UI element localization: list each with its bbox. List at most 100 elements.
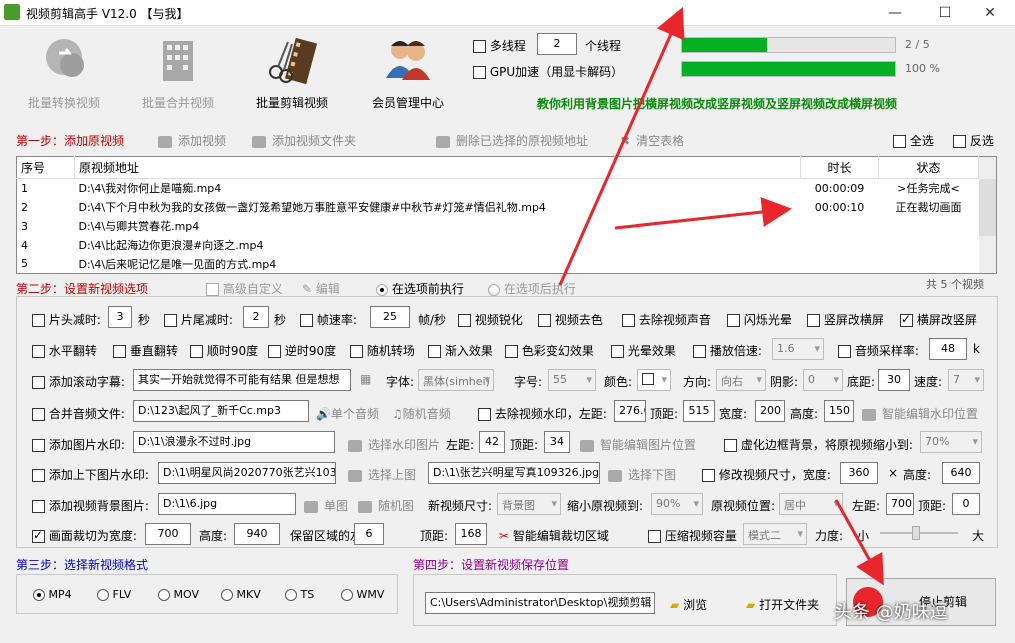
format-mov-dot[interactable] [158, 589, 170, 601]
run-before-dot[interactable] [376, 283, 388, 296]
multithread-checkbox[interactable]: 多线程 [473, 37, 526, 54]
color-fx-checkbox[interactable]: 色彩变幻效果 [505, 342, 594, 359]
bg-left-input[interactable]: 700 [886, 493, 914, 515]
format-ts-dot[interactable] [285, 589, 297, 601]
add-folder-button[interactable]: 添加视频文件夹 [252, 132, 356, 149]
remove-wm-checkbox[interactable]: 去除视频水印，左距: [478, 405, 607, 422]
tail-cut-input[interactable]: 2 [243, 306, 269, 328]
flash-check[interactable] [727, 314, 740, 327]
decolor-check[interactable] [538, 314, 551, 327]
table-row[interactable]: 1 D:\4\我对你何止是喵痴.mp4 00:00:09 >任务完成< [17, 178, 997, 198]
merge-audio-checkbox[interactable]: 合并音频文件: [32, 405, 125, 422]
bottom-image-path-input[interactable]: D:\1\张艺兴明星写真109326.jpg [428, 462, 600, 484]
smart-wm-button[interactable]: 智能编辑水印位置 [862, 405, 978, 422]
audio-path-input[interactable]: D:\123\起风了_新千Cc.mp3 [133, 400, 309, 422]
scroll-caption-input[interactable]: 其实一开始就觉得不可能有结果 但是想想 [133, 369, 351, 391]
col-no[interactable]: 序号 [16, 156, 75, 179]
ccw90-check[interactable] [268, 345, 281, 358]
format-mkv-dot[interactable] [221, 589, 233, 601]
shadow-select[interactable]: 0 [803, 369, 843, 391]
compress-mode-select[interactable]: 模式二 [743, 523, 807, 545]
speed-checkbox[interactable]: 播放倍速: [693, 342, 762, 359]
multithread-check[interactable] [473, 40, 486, 53]
tb-wm-check[interactable] [32, 469, 45, 482]
resize-height-input[interactable]: 640 [942, 462, 980, 484]
sharpen-checkbox[interactable]: 视频锐化 [458, 311, 523, 328]
remove-audio-checkbox[interactable]: 去除视频声音 [622, 311, 711, 328]
close-button[interactable]: ✕ [975, 3, 1005, 23]
sample-rate-checkbox[interactable]: 音频采样率: [838, 342, 919, 359]
edit-button[interactable]: ✎ 编辑 [302, 280, 340, 297]
speed-select[interactable]: 1.6 [772, 338, 824, 360]
table-row[interactable]: 4 D:\4\比起海边你更浪漫#向逐之.mp4 [17, 235, 997, 255]
keep-left-input[interactable]: 6 [354, 523, 384, 545]
new-size-select[interactable]: 背景图 [497, 493, 561, 515]
bg-top-input[interactable]: 0 [952, 493, 980, 515]
threads-input[interactable]: 2 [537, 33, 577, 55]
wm-height-input[interactable]: 150 [824, 400, 854, 422]
remove-wm-check[interactable] [478, 408, 491, 421]
scroll-track[interactable] [978, 235, 997, 255]
col-path[interactable]: 原视频地址 [74, 156, 801, 179]
compress-checkbox[interactable]: 压缩视频容量 [648, 527, 737, 544]
decolor-checkbox[interactable]: 视频去色 [538, 311, 603, 328]
smart-img-button[interactable]: 智能编辑图片位置 [580, 436, 696, 453]
img-wm-checkbox[interactable]: 添加图片水印: [32, 436, 125, 453]
crop-check[interactable] [32, 528, 45, 543]
crop-width-input[interactable]: 700 [145, 523, 191, 545]
color-picker[interactable] [637, 369, 671, 391]
format-mp4-radio[interactable]: MP4 [33, 588, 72, 601]
tail-cut-checkbox[interactable]: 片尾减时: [164, 311, 233, 328]
choose-wm-image-button[interactable]: 选择水印图片 [348, 436, 440, 453]
single-audio-button[interactable]: 🔊单个音频 [316, 405, 379, 422]
strength-slider[interactable] [880, 526, 958, 540]
browse-button[interactable]: ▰ 浏览 [670, 596, 707, 613]
advanced-check[interactable] [206, 283, 219, 296]
tail-cut-check[interactable] [164, 314, 177, 327]
v2h-check[interactable] [807, 314, 820, 327]
scroll-thumb[interactable] [978, 178, 997, 198]
hflip-checkbox[interactable]: 水平翻转 [32, 342, 97, 359]
shrink-select[interactable]: 90% [651, 493, 703, 515]
h2v-check[interactable] [900, 312, 913, 327]
head-cut-checkbox[interactable]: 片头减时: [32, 311, 101, 328]
position-select[interactable]: 居中 [779, 493, 843, 515]
vflip-check[interactable] [113, 345, 126, 358]
crop-height-input[interactable]: 940 [234, 523, 280, 545]
top-image-path-input[interactable]: D:\1\明星风尚2020770张艺兴103 [158, 462, 336, 484]
single-bg-button[interactable]: 单图 [304, 497, 348, 514]
bg-image-checkbox[interactable]: 添加视频背景图片: [32, 497, 149, 514]
font-size-select[interactable]: 55 [548, 369, 596, 391]
merge-audio-check[interactable] [32, 408, 45, 421]
sample-rate-input[interactable]: 48 [929, 338, 967, 360]
fade-checkbox[interactable]: 渐入效果 [428, 342, 493, 359]
bottom-input[interactable]: 30 [878, 369, 910, 391]
wm-top-input[interactable]: 515 [683, 400, 715, 422]
flash-checkbox[interactable]: 闪烁光晕 [727, 311, 792, 328]
h2v-checkbox[interactable]: 横屏改竖屏 [900, 311, 977, 328]
format-wmv-radio[interactable]: WMV [341, 588, 384, 601]
clear-table-button[interactable]: ✖ 清空表格 [620, 132, 684, 149]
color-fx-check[interactable] [505, 345, 518, 358]
advanced-checkbox[interactable]: 高级自定义 [206, 280, 283, 297]
bg-image-path-input[interactable]: D:\1\6.jpg [158, 493, 296, 515]
run-after-dot[interactable] [488, 283, 500, 296]
ccw90-checkbox[interactable]: 逆时90度 [268, 342, 336, 359]
minimize-button[interactable]: — [880, 3, 910, 23]
format-flv-radio[interactable]: FLV [97, 588, 131, 601]
img-top-input[interactable]: 34 [544, 431, 570, 453]
keep-top-input[interactable]: 168 [455, 523, 487, 545]
format-mp4-dot[interactable] [33, 589, 45, 601]
caption-edit-icon[interactable]: ▦ [360, 372, 371, 386]
transition-checkbox[interactable]: 随机转场 [350, 342, 415, 359]
format-mkv-radio[interactable]: MKV [221, 588, 261, 601]
col-duration[interactable]: 时长 [800, 156, 879, 179]
format-mov-radio[interactable]: MOV [158, 588, 199, 601]
frame-rate-input[interactable]: 25 [370, 306, 410, 328]
speed-check[interactable] [693, 345, 706, 358]
frame-rate-checkbox[interactable]: 帧速率: [300, 311, 357, 328]
crop-checkbox[interactable]: 画面裁切为宽度: [32, 527, 137, 544]
hflip-check[interactable] [32, 345, 45, 358]
run-before-radio[interactable]: 在选项前执行 [376, 280, 464, 297]
font-select[interactable]: 黑体(simhei) [418, 369, 494, 391]
